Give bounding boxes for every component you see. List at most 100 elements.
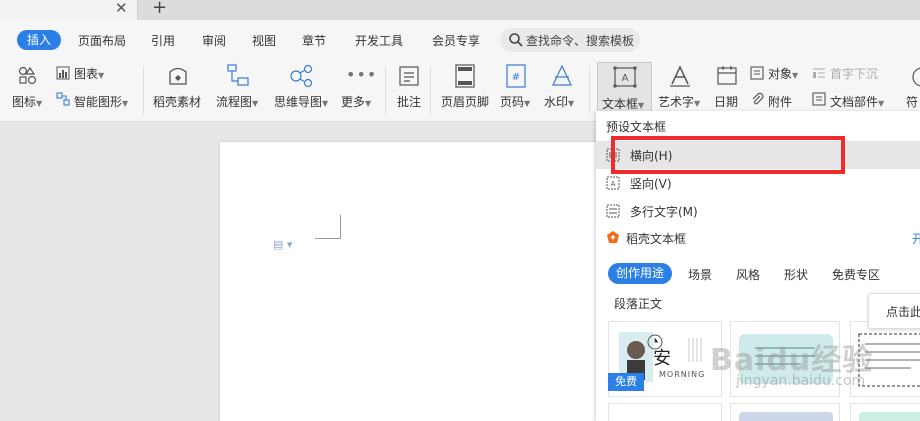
- textbox-label-wrap: 文本框▼: [602, 95, 644, 112]
- mindmap-icon[interactable]: [288, 63, 314, 89]
- filter-pill-style[interactable]: 风格: [736, 266, 760, 283]
- wordart-label: 艺术字: [658, 95, 695, 109]
- ribbon-divider: [430, 66, 431, 114]
- tab-references[interactable]: 引用: [151, 32, 175, 49]
- daoke-textbox-row: 稻壳文本框 开: [596, 225, 920, 251]
- paste-options-icon[interactable]: ▤ ▾: [273, 238, 292, 251]
- page-number-icon[interactable]: #: [506, 64, 526, 88]
- caret-icon: ▼: [36, 99, 43, 108]
- tab-close-icon[interactable]: ✕: [115, 0, 128, 17]
- doc-parts-icon[interactable]: [812, 92, 826, 106]
- search-placeholder: 查找命令、搜索模板: [526, 34, 635, 48]
- wordart-button[interactable]: 艺术字▼: [658, 93, 700, 110]
- comment-icon[interactable]: [398, 65, 420, 87]
- caret-icon: ▼: [638, 101, 645, 110]
- caret-icon: ▼: [878, 99, 885, 108]
- tab-developer[interactable]: 开发工具: [355, 32, 403, 49]
- mindmap-button[interactable]: 思维导图▼: [274, 93, 328, 110]
- tab-member[interactable]: 会员专享: [432, 32, 480, 49]
- doc-parts-button[interactable]: 文档部件▼: [830, 93, 884, 110]
- template-preview-image: [859, 412, 920, 421]
- ribbon-divider: [143, 66, 144, 114]
- object-label: 对象: [768, 67, 793, 81]
- doc-parts-label: 文档部件: [830, 95, 879, 109]
- icons-button[interactable]: 图标▼: [12, 93, 42, 110]
- flowchart-icon[interactable]: [226, 63, 250, 87]
- chart-label: 图表: [74, 67, 99, 81]
- date-button[interactable]: 日期: [714, 93, 738, 110]
- baidu-watermark-url: jingyan.baidu.com: [736, 373, 866, 389]
- more-label: 更多: [341, 95, 366, 109]
- svg-text:A: A: [611, 180, 616, 188]
- flowchart-button[interactable]: 流程图▼: [216, 93, 258, 110]
- shapes-icon[interactable]: [18, 66, 38, 86]
- document-tab[interactable]: ✕: [0, 0, 138, 20]
- textbox-label: 文本框: [602, 97, 639, 111]
- caret-icon: ▼: [524, 99, 531, 108]
- tab-view[interactable]: 视图: [252, 32, 276, 49]
- command-search[interactable]: 查找命令、搜索模板: [500, 28, 640, 52]
- caret-icon: ▼: [98, 71, 105, 80]
- filter-pill-scene[interactable]: 场景: [688, 266, 712, 283]
- symbol-button[interactable]: 符: [906, 93, 918, 110]
- object-icon[interactable]: [750, 66, 764, 80]
- template-thumbnail[interactable]: [608, 403, 722, 421]
- daoke-material-icon[interactable]: [166, 64, 190, 88]
- daoke-material-button[interactable]: 稻壳素材: [153, 93, 201, 110]
- document-page[interactable]: ▤ ▾: [220, 142, 620, 421]
- tab-review[interactable]: 审阅: [202, 32, 226, 49]
- watermark-button[interactable]: 水印▼: [544, 93, 574, 110]
- option-label: 竖向(V): [630, 177, 672, 191]
- tooltip-text: 点击此: [886, 305, 920, 319]
- paperclip-icon[interactable]: [750, 92, 764, 106]
- daoke-logo-icon: [607, 231, 619, 243]
- calendar-icon[interactable]: [716, 64, 738, 86]
- template-preview-image: [739, 412, 833, 421]
- new-tab-icon[interactable]: +: [152, 0, 167, 18]
- option-multiline[interactable]: 多行文字(M): [596, 197, 920, 225]
- comment-button[interactable]: 批注: [397, 93, 421, 110]
- chart-button[interactable]: 图表▼: [74, 65, 104, 82]
- caret-icon: ▼: [568, 99, 575, 108]
- tab-page-layout[interactable]: 页面布局: [78, 32, 126, 49]
- header-footer-button[interactable]: 页眉页脚: [441, 93, 489, 110]
- symbol-icon[interactable]: [911, 66, 920, 88]
- smart-graphic-label: 智能图形: [74, 95, 123, 109]
- section-title: 段落正文: [614, 297, 663, 311]
- filter-pill-free[interactable]: 免费专区: [832, 266, 880, 283]
- filter-pill-creative[interactable]: 创作用途: [608, 263, 672, 284]
- smart-graphic-icon[interactable]: [56, 92, 70, 106]
- caret-icon: ▼: [322, 99, 329, 108]
- wordart-icon[interactable]: [668, 64, 692, 88]
- svg-text:A: A: [622, 73, 629, 84]
- filter-pill-shape[interactable]: 形状: [784, 266, 808, 283]
- caret-icon: ▼: [252, 99, 259, 108]
- caret-icon: ▼: [792, 71, 799, 80]
- daoke-textbox-label: 稻壳文本框: [626, 232, 687, 246]
- template-thumbnail[interactable]: [850, 403, 920, 421]
- ribbon-divider: [589, 66, 590, 114]
- template-thumbnail[interactable]: [730, 403, 840, 421]
- ribbon-divider: [385, 66, 386, 114]
- page-number-button[interactable]: 页码▼: [500, 93, 530, 110]
- header-footer-icon[interactable]: [455, 64, 475, 88]
- more-button[interactable]: 更多▼: [341, 93, 371, 110]
- highlight-annotation: [611, 136, 845, 174]
- textbox-button[interactable]: A 文本框▼: [597, 62, 652, 114]
- free-badge: 免费: [608, 373, 644, 391]
- chart-icon[interactable]: [56, 66, 70, 80]
- tab-insert[interactable]: 插入: [17, 30, 61, 50]
- caret-icon: ▼: [694, 99, 701, 108]
- more-dots-icon[interactable]: •••: [346, 65, 377, 84]
- tooltip: 点击此: [868, 293, 920, 329]
- watermark-icon[interactable]: [550, 64, 574, 88]
- option-label: 多行文字(M): [630, 205, 698, 219]
- attachment-button[interactable]: 附件: [768, 93, 792, 110]
- tab-chapter[interactable]: 章节: [302, 32, 326, 49]
- icons-label: 图标: [12, 95, 37, 109]
- template-preview-image: [609, 404, 722, 421]
- object-button[interactable]: 对象▼: [768, 65, 798, 82]
- smart-graphic-button[interactable]: 智能图形▼: [74, 93, 128, 110]
- vertical-textbox-icon: A: [606, 176, 620, 190]
- open-link[interactable]: 开: [912, 230, 920, 247]
